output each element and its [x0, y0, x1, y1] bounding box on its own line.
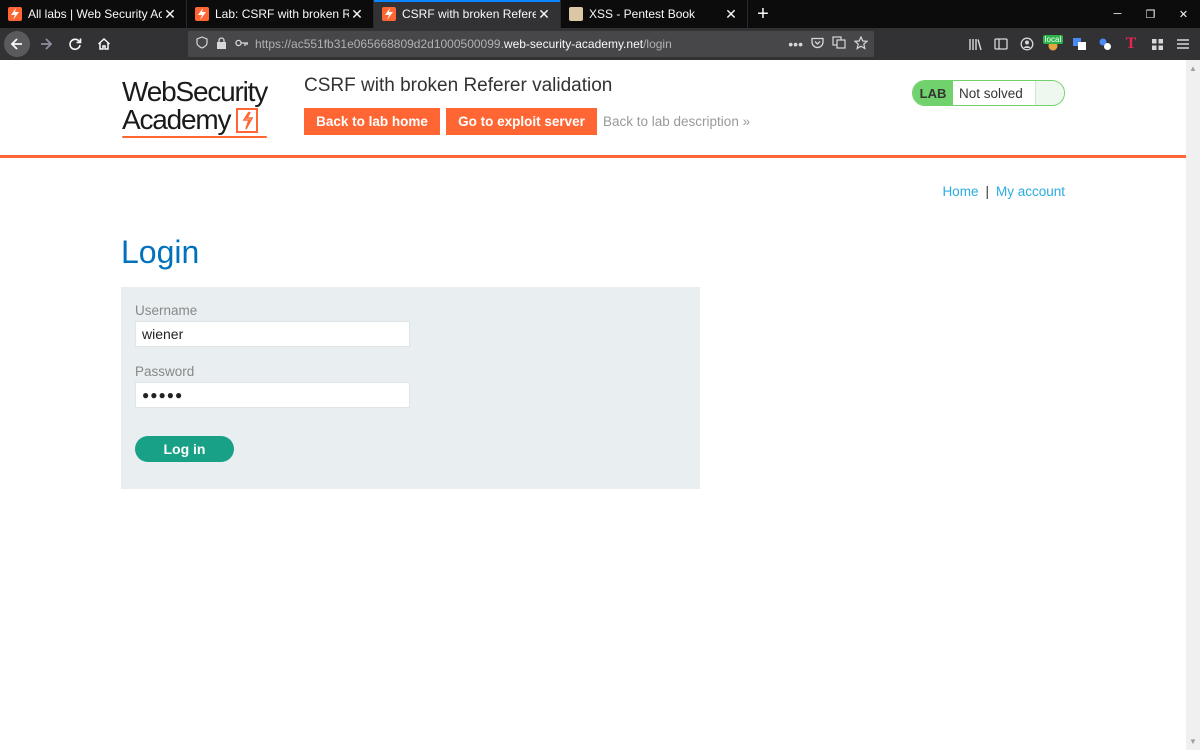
portswigger-icon [195, 7, 209, 21]
close-icon[interactable]: ✕ [536, 6, 552, 23]
username-label: Username [135, 303, 198, 318]
password-label: Password [135, 364, 195, 379]
browser-tab[interactable]: Lab: CSRF with broken Referer ✕ [187, 0, 374, 28]
translate-icon[interactable] [832, 36, 846, 52]
top-navigation: Home | My account [942, 184, 1065, 199]
tab-title: Lab: CSRF with broken Referer [215, 7, 349, 21]
academy-header: WebSecurity Academy CSRF with broken Ref… [0, 60, 1186, 158]
url-path: /login [643, 37, 672, 51]
lock-icon[interactable] [216, 36, 227, 52]
reload-icon[interactable] [62, 31, 88, 57]
username-input[interactable]: wiener [135, 321, 410, 347]
vertical-scrollbar[interactable]: ▲ ▼ [1186, 60, 1200, 750]
browser-tab-active[interactable]: CSRF with broken Referer valid ✕ [374, 0, 561, 28]
tab-title: XSS - Pentest Book [589, 7, 696, 21]
hamburger-menu-icon[interactable] [1172, 33, 1194, 55]
translate-extension-icon[interactable] [1068, 33, 1090, 55]
lab-badge: LAB [913, 81, 953, 105]
logo-line-2-row: Academy [122, 106, 292, 134]
close-window-icon[interactable]: ✕ [1167, 0, 1200, 28]
browser-nav-bar: https://ac551fb31e065668809d2d1000500099… [0, 28, 1200, 60]
close-icon[interactable]: ✕ [349, 6, 365, 23]
logo-line-2: Academy [122, 104, 232, 135]
logo-line-1: WebSecurity [122, 76, 268, 107]
tab-title: All labs | Web Security Academ [28, 7, 162, 21]
extension-local-icon[interactable]: local [1042, 33, 1064, 55]
shield-icon[interactable] [196, 36, 208, 52]
sidebar-icon[interactable] [990, 33, 1012, 55]
minimize-icon[interactable]: ─ [1101, 0, 1134, 28]
browser-tab[interactable]: All labs | Web Security Academ ✕ [0, 0, 187, 28]
my-account-link[interactable]: My account [996, 184, 1065, 199]
page-content: WebSecurity Academy CSRF with broken Ref… [0, 60, 1186, 750]
lab-title: CSRF with broken Referer validation [304, 75, 613, 96]
forward-arrow-icon[interactable] [33, 31, 59, 57]
url-text: https://ac551fb31e065668809d2d1000500099… [255, 37, 672, 51]
browser-tab-bar: All labs | Web Security Academ ✕ Lab: CS… [0, 0, 1200, 28]
web-security-academy-logo[interactable]: WebSecurity Academy [122, 78, 292, 140]
extension-t-icon[interactable]: T [1120, 33, 1142, 55]
log-in-button[interactable]: Log in [135, 436, 234, 462]
bolt-icon [236, 107, 259, 133]
scroll-down-icon[interactable]: ▼ [1189, 737, 1197, 746]
more-actions-icon[interactable]: ••• [788, 36, 803, 52]
browser-toolbar: local T [964, 28, 1194, 60]
lab-status-icon-area [1035, 81, 1064, 105]
url-scheme: https://ac551fb31e065668809d2d1000500099… [255, 37, 504, 51]
url-host: web-security-academy.net [503, 37, 644, 51]
new-tab-button[interactable]: + [748, 0, 778, 28]
scroll-up-icon[interactable]: ▲ [1189, 64, 1197, 73]
gitbook-icon [569, 7, 583, 21]
back-to-lab-description-label: Back to lab description [603, 114, 739, 129]
logo-underline [122, 136, 267, 138]
double-chevron-right-icon: » [742, 114, 751, 129]
close-icon[interactable]: ✕ [723, 6, 739, 23]
extension-badge: local [1042, 35, 1064, 44]
back-arrow-icon[interactable] [4, 31, 30, 57]
restore-icon[interactable]: ❐ [1134, 0, 1167, 28]
pocket-icon[interactable] [811, 36, 824, 52]
home-link[interactable]: Home [942, 184, 978, 199]
key-icon[interactable] [235, 37, 249, 51]
browser-tab[interactable]: XSS - Pentest Book ✕ [561, 0, 748, 28]
wappalyzer-icon[interactable] [1094, 33, 1116, 55]
back-to-lab-description-link[interactable]: Back to lab description » [603, 114, 750, 129]
tab-title: CSRF with broken Referer valid [402, 7, 536, 21]
portswigger-icon [382, 7, 396, 21]
back-to-lab-home-button[interactable]: Back to lab home [304, 108, 440, 135]
login-form: Username wiener Password ●●●●● Log in [121, 287, 700, 489]
account-icon[interactable] [1016, 33, 1038, 55]
library-icon[interactable] [964, 33, 986, 55]
portswigger-icon [8, 7, 22, 21]
nav-separator: | [985, 184, 989, 199]
lab-status-widget: LAB Not solved [912, 80, 1065, 106]
close-icon[interactable]: ✕ [162, 6, 178, 23]
go-to-exploit-server-button[interactable]: Go to exploit server [446, 108, 597, 135]
url-bar[interactable]: https://ac551fb31e065668809d2d1000500099… [188, 31, 874, 57]
bookmark-star-icon[interactable] [853, 35, 869, 53]
window-controls: ─ ❐ ✕ [1101, 0, 1200, 28]
password-input[interactable]: ●●●●● [135, 382, 410, 408]
extensions-grid-icon[interactable] [1146, 33, 1168, 55]
lab-status-text: Not solved [953, 81, 1035, 105]
home-icon[interactable] [91, 31, 117, 57]
page-title: Login [121, 234, 200, 270]
